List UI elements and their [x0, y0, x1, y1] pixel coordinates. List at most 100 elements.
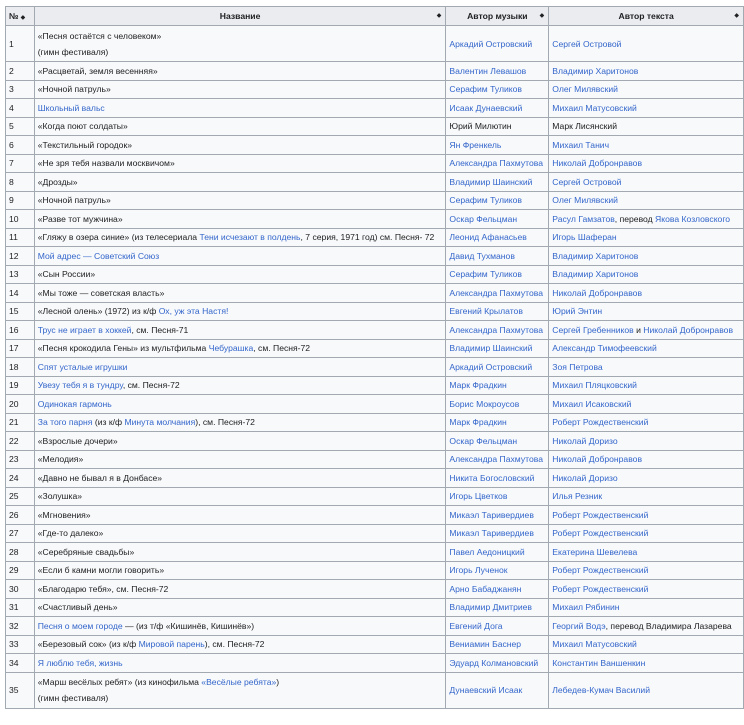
link[interactable]: Павел Аедоницкий: [449, 547, 524, 557]
sort-icon[interactable]: ◆: [540, 12, 545, 19]
link[interactable]: Аркадий Островский: [449, 362, 532, 372]
link[interactable]: Николай Добронравов: [552, 288, 642, 298]
link[interactable]: Михаил Пляцковский: [552, 380, 637, 390]
column-header-number[interactable]: № ◆: [5, 6, 35, 26]
link[interactable]: Ох, уж эта Настя!: [159, 306, 229, 316]
link[interactable]: Олег Милявский: [552, 84, 618, 94]
link[interactable]: Александра Пахмутова: [449, 454, 543, 464]
link[interactable]: Серафим Туликов: [449, 195, 522, 205]
link[interactable]: Вениамин Баснер: [449, 639, 521, 649]
link[interactable]: Роберт Рождественский: [552, 528, 648, 538]
link[interactable]: Лебедев-Кумач Василий: [552, 685, 650, 695]
link[interactable]: Давид Тухманов: [449, 251, 515, 261]
link[interactable]: Сергей Гребенников: [552, 325, 633, 335]
link[interactable]: Николай Доризо: [552, 436, 617, 446]
link[interactable]: Леонид Афанасьев: [449, 232, 526, 242]
link[interactable]: Михаил Танич: [552, 140, 609, 150]
link[interactable]: Песня-72: [218, 417, 255, 427]
link[interactable]: Марк Фрадкин: [449, 417, 506, 427]
link[interactable]: Николай Доризо: [552, 473, 617, 483]
link[interactable]: Спят усталые игрушки: [38, 362, 128, 372]
link[interactable]: Игорь Шаферан: [552, 232, 616, 242]
link[interactable]: Екатерина Шевелева: [552, 547, 637, 557]
link[interactable]: Дунаевский Исаак: [449, 685, 522, 695]
link[interactable]: Борис Мокроусов: [449, 399, 519, 409]
link[interactable]: Николай Добронравов: [552, 454, 642, 464]
link[interactable]: Увезу тебя я в тундру: [38, 380, 123, 390]
link[interactable]: Ян Френкель: [449, 140, 501, 150]
link[interactable]: Аркадий Островский: [449, 39, 532, 49]
link[interactable]: Трус не играет в хоккей: [38, 325, 132, 335]
link[interactable]: Минута молчания: [124, 417, 195, 427]
link[interactable]: Михаил Исаковский: [552, 399, 631, 409]
link[interactable]: Чебурашка: [209, 343, 254, 353]
link[interactable]: Песня- 72: [395, 232, 434, 242]
link[interactable]: Владимир Дмитриев: [449, 602, 532, 612]
sort-icon[interactable]: ◆: [437, 12, 442, 19]
link[interactable]: Владимир Харитонов: [552, 269, 638, 279]
link[interactable]: Владимир Шаинский: [449, 177, 532, 187]
link[interactable]: Владимир Харитонов: [552, 66, 638, 76]
link[interactable]: Илья Резник: [552, 491, 602, 501]
link[interactable]: Песня-72: [227, 639, 264, 649]
link[interactable]: «Весёлые ребята»: [201, 677, 276, 687]
link[interactable]: Игорь Лученок: [449, 565, 507, 575]
link[interactable]: Игорь Цветков: [449, 491, 507, 501]
link[interactable]: Песня-72: [131, 584, 168, 594]
link[interactable]: Мировой парень: [139, 639, 205, 649]
link[interactable]: Я люблю тебя, жизнь: [38, 658, 123, 668]
link[interactable]: Школьный вальс: [38, 103, 105, 113]
link[interactable]: Оскар Фельцман: [449, 214, 517, 224]
link[interactable]: Серафим Туликов: [449, 84, 522, 94]
link[interactable]: Олег Милявский: [552, 195, 618, 205]
link[interactable]: Владимир Харитонов: [552, 251, 638, 261]
link[interactable]: Песня-71: [151, 325, 188, 335]
link[interactable]: Микаэл Таривердиев: [449, 510, 534, 520]
link[interactable]: Серафим Туликов: [449, 269, 522, 279]
link[interactable]: Арно Бабаджанян: [449, 584, 521, 594]
link[interactable]: Владимир Шаинский: [449, 343, 532, 353]
link[interactable]: Константин Ваншенкин: [552, 658, 645, 668]
link[interactable]: Зоя Петрова: [552, 362, 602, 372]
link[interactable]: Евгений Крылатов: [449, 306, 523, 316]
link[interactable]: Оскар Фельцман: [449, 436, 517, 446]
link[interactable]: Михаил Рябинин: [552, 602, 619, 612]
link[interactable]: Расул Гамзатов: [552, 214, 615, 224]
link[interactable]: Сергей Островой: [552, 177, 621, 187]
link[interactable]: Александра Пахмутова: [449, 325, 543, 335]
link[interactable]: Исаак Дунаевский: [449, 103, 522, 113]
link[interactable]: Роберт Рождественский: [552, 565, 648, 575]
sort-icon[interactable]: ◆: [21, 15, 26, 21]
link[interactable]: Юрий Энтин: [552, 306, 602, 316]
link[interactable]: Александра Пахмутова: [449, 288, 543, 298]
link[interactable]: За того парня: [38, 417, 93, 427]
column-header-title[interactable]: Название ◆: [33, 6, 447, 26]
link[interactable]: Роберт Рождественский: [552, 417, 648, 427]
link[interactable]: Александра Пахмутова: [449, 158, 543, 168]
link[interactable]: Николай Добронравов: [552, 158, 642, 168]
link[interactable]: Сергей Островой: [552, 39, 621, 49]
link[interactable]: Одинокая гармонь: [38, 399, 112, 409]
link[interactable]: Песня-72: [273, 343, 310, 353]
link[interactable]: Песня о моем городе: [38, 621, 123, 631]
link[interactable]: Роберт Рождественский: [552, 510, 648, 520]
link[interactable]: Евгений Дога: [449, 621, 502, 631]
link[interactable]: Николай Добронравов: [643, 325, 733, 335]
link[interactable]: Роберт Рождественский: [552, 584, 648, 594]
link[interactable]: Тени исчезают в полдень: [199, 232, 300, 242]
link[interactable]: Якова Козловского: [655, 214, 730, 224]
link[interactable]: Валентин Левашов: [449, 66, 526, 76]
column-header-music[interactable]: Автор музыки ◆: [445, 6, 550, 26]
link[interactable]: Михаил Матусовский: [552, 103, 637, 113]
link[interactable]: Александр Тимофеевский: [552, 343, 657, 353]
link[interactable]: Песня-72: [143, 380, 180, 390]
link[interactable]: Никита Богословский: [449, 473, 534, 483]
link[interactable]: Марк Фрадкин: [449, 380, 506, 390]
link[interactable]: Георгий Водэ: [552, 621, 605, 631]
link[interactable]: Эдуард Колмановский: [449, 658, 538, 668]
link[interactable]: Михаил Матусовский: [552, 639, 637, 649]
link[interactable]: Микаэл Таривердиев: [449, 528, 534, 538]
sort-icon[interactable]: ◆: [734, 12, 739, 19]
column-header-lyrics[interactable]: Автор текста ◆: [548, 6, 744, 26]
link[interactable]: Мой адрес — Советский Союз: [38, 251, 159, 261]
